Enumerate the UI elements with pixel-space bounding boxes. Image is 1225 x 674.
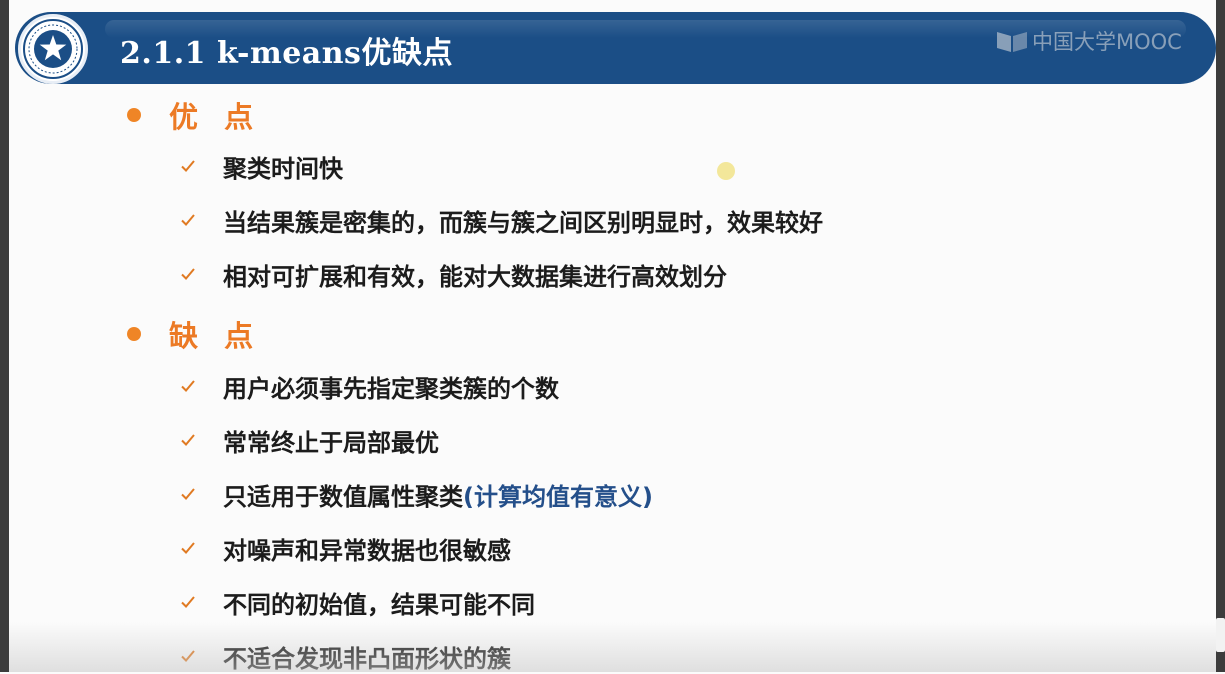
checkmark-icon — [181, 214, 195, 226]
section-title-advantages: 优 点 — [169, 100, 262, 134]
list-item-text: 用户必须事先指定聚类簇的个数 — [223, 374, 559, 403]
checkmark-icon — [181, 596, 195, 608]
list-item-text: 相对可扩展和有效，能对大数据集进行高效划分 — [223, 262, 727, 291]
checkmark-icon — [181, 650, 195, 662]
checkmark-icon — [181, 488, 195, 500]
list-item: 对噪声和异常数据也很敏感 — [181, 533, 511, 565]
section-advantages: 优 点 — [127, 94, 261, 136]
section-disadvantages: 缺 点 — [127, 313, 261, 355]
list-item: 常常终止于局部最优 — [181, 425, 439, 457]
list-item: 相对可扩展和有效，能对大数据集进行高效划分 — [181, 259, 727, 291]
list-item: 聚类时间快 — [181, 151, 343, 183]
watermark-text: 中国大学MOOC — [1032, 30, 1182, 54]
list-item-text: 聚类时间快 — [223, 154, 343, 183]
list-item: 当结果簇是密集的，而簇与簇之间区别明显时，效果较好 — [181, 205, 823, 237]
mooc-watermark: 中国大学MOOC — [995, 26, 1182, 56]
checkmark-icon — [181, 542, 195, 554]
list-item-note: (计算均值有意义) — [463, 482, 653, 511]
list-item-text: 不适合发现非凸面形状的簇 — [223, 644, 511, 673]
laser-pointer-dot — [717, 162, 735, 180]
list-item-text: 对噪声和异常数据也很敏感 — [223, 536, 511, 565]
checkmark-icon — [181, 160, 195, 172]
list-item-text: 只适用于数值属性聚类 — [223, 482, 463, 511]
video-frame-left-edge — [0, 0, 9, 672]
checkmark-icon — [181, 268, 195, 280]
seal-graphic — [23, 19, 83, 79]
list-item-text: 不同的初始值，结果可能不同 — [223, 590, 535, 619]
list-item: 只适用于数值属性聚类 (计算均值有意义) — [181, 479, 653, 511]
bullet-dot — [127, 327, 141, 341]
list-item-text: 常常终止于局部最优 — [223, 428, 439, 457]
video-frame-right-edge — [1216, 0, 1225, 672]
mooc-book-icon — [997, 32, 1027, 52]
slide-title: 2.1.1 k-means优缺点 — [120, 36, 453, 71]
list-item: 用户必须事先指定聚类簇的个数 — [181, 371, 559, 403]
section-title-disadvantages: 缺 点 — [169, 319, 262, 353]
checkmark-icon — [181, 380, 195, 392]
checkmark-icon — [181, 434, 195, 446]
scrollbar-thumb[interactable] — [1216, 618, 1225, 652]
university-seal-icon — [18, 14, 88, 84]
bullet-dot — [127, 108, 141, 122]
list-item-text: 当结果簇是密集的，而簇与簇之间区别明显时，效果较好 — [223, 208, 823, 237]
list-item: 不适合发现非凸面形状的簇 — [181, 641, 511, 673]
list-item: 不同的初始值，结果可能不同 — [181, 587, 535, 619]
